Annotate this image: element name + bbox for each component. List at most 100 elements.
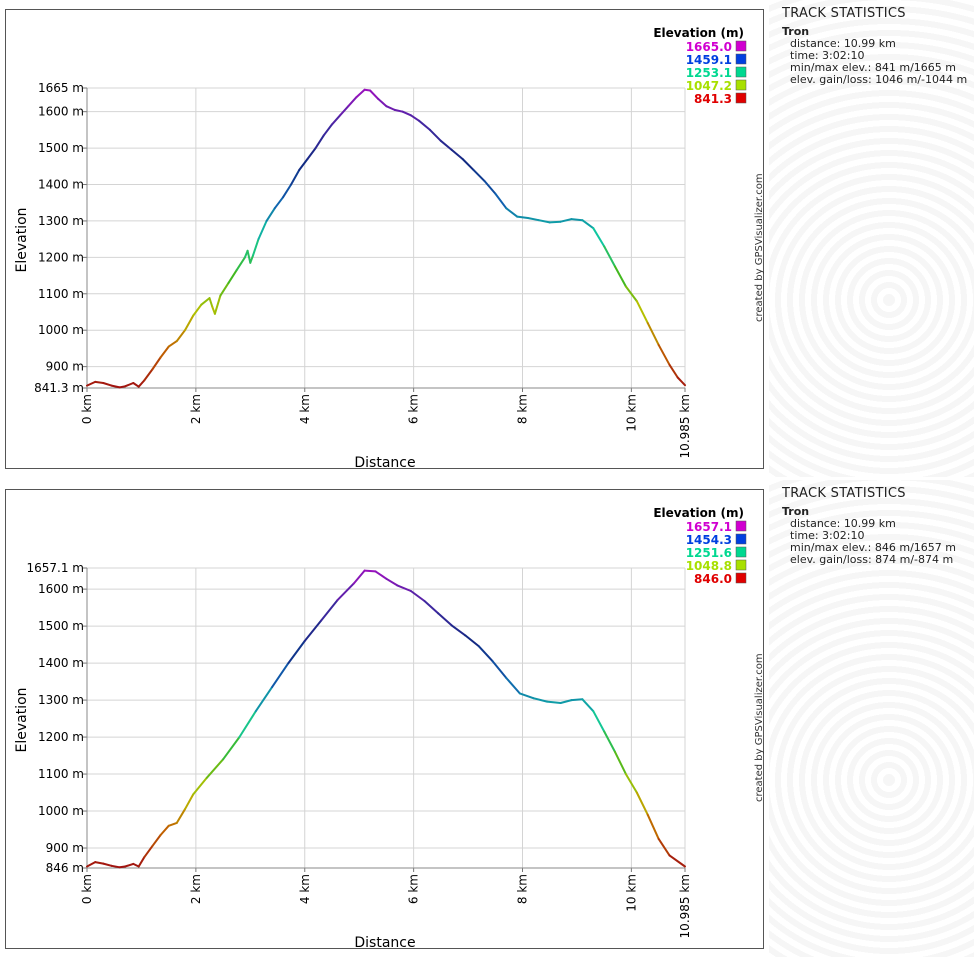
elevation-line-segment (369, 89, 380, 100)
elevation-line-segment (657, 343, 671, 366)
elevation-line-segment (246, 249, 252, 264)
elevation-line-segment (409, 590, 426, 602)
y-tick-label: 1500 m (38, 141, 84, 155)
elevation-line-segment (184, 793, 195, 811)
elevation-line-segment (614, 265, 627, 288)
elevation-line-segment (570, 218, 584, 222)
elevation-line-segment (192, 303, 203, 317)
legend-swatch (735, 546, 747, 558)
elevation-line-segment (352, 569, 366, 585)
x-tick-label: 8 km (516, 874, 530, 904)
elevation-line-segment (646, 813, 660, 840)
elevation-line-segment (124, 862, 135, 868)
y-tick-label: 1400 m (38, 656, 84, 670)
y-tick-label: 1500 m (38, 619, 84, 633)
y-tick-label: 1100 m (38, 767, 84, 781)
y-tick-label: 846 m (46, 861, 84, 875)
y-tick-label: 1657.1 m (27, 561, 85, 575)
track-statistics: TRACK STATISTICS Tron distance: 10.99 km… (782, 7, 967, 86)
y-tick-label: 1600 m (38, 582, 84, 596)
elevation-line-segment (592, 710, 606, 733)
elevation-line-segment (363, 569, 377, 573)
elevation-line-segment (314, 134, 325, 150)
y-tick-label: 900 m (46, 841, 84, 855)
y-tick-label: 1600 m (38, 105, 84, 119)
elevation-line-segment (614, 750, 627, 776)
elevation-line-segment (450, 148, 464, 160)
elevation-line-segment (124, 382, 135, 388)
legend-entry-label: 841.3 (694, 92, 732, 106)
x-tick-label: 4 km (298, 874, 312, 904)
y-tick-label: 1000 m (38, 323, 84, 337)
legend-swatch (735, 520, 747, 532)
legend-swatch (735, 572, 747, 584)
elevation-line-segment (409, 114, 421, 122)
y-axis-label: Elevation (14, 687, 30, 752)
elevation-line-segment (526, 217, 540, 222)
elevation-line-segment (102, 382, 113, 387)
x-tick-label: 10 km (624, 394, 638, 432)
elevation-line-segment (464, 634, 480, 648)
elevation-line-segment (347, 96, 358, 108)
elevation-line-segment (472, 168, 486, 182)
stat-gain-loss: elev. gain/loss: 874 m/-874 m (790, 553, 954, 566)
elevation-line-segment (287, 639, 306, 665)
x-tick-label: 6 km (407, 394, 421, 424)
elevation-line-segment (385, 105, 396, 111)
elevation-line-segment (320, 599, 339, 622)
elevation-line-segment (306, 147, 317, 160)
elevation-line-segment (192, 776, 208, 796)
x-axis-label: Distance (354, 455, 415, 471)
legend-title: Elevation (m) (653, 506, 744, 520)
elevation-line-segment (86, 380, 97, 387)
elevation-line-segment (303, 619, 323, 642)
x-tick-label: 0 km (80, 874, 94, 904)
legend-swatch (735, 79, 747, 91)
x-tick-label: 0 km (80, 394, 94, 424)
elevation-line-segment (252, 238, 260, 257)
elevation-line-segment (401, 110, 412, 117)
legend-entry-label: 846.0 (694, 572, 732, 586)
legend-swatch (735, 66, 747, 78)
elevation-line-segment (94, 380, 105, 384)
y-tick-label: 1400 m (38, 178, 84, 192)
elevation-line-segment (271, 662, 290, 689)
elevation-line-segment (635, 300, 649, 324)
legend-entry-label: 1657.1 (686, 520, 732, 534)
elevation-line-segment (175, 329, 186, 343)
elevation-line-segment (429, 128, 442, 142)
legend-entry-label: 1459.1 (686, 53, 732, 67)
elevation-line-segment (355, 88, 366, 99)
x-axis-label: Distance (354, 935, 415, 951)
elevation-line-segment (222, 736, 241, 761)
credit-text: created by GPSVisualizer.com (754, 653, 765, 802)
elevation-line-segment (273, 196, 284, 210)
elevation-line-segment (461, 158, 475, 171)
elevation-line-segment (167, 340, 178, 348)
y-tick-label: 1200 m (38, 250, 84, 264)
elevation-line-segment (249, 254, 254, 264)
elevation-line-segment (167, 821, 178, 827)
elevation-line-segment (657, 837, 671, 857)
elevation-line-segment (151, 356, 162, 371)
elevation-line-segment (331, 114, 342, 126)
x-tick-label: 2 km (189, 394, 203, 424)
elevation-line-segment (213, 294, 222, 315)
legend-swatch (735, 92, 747, 104)
y-tick-label: 841.3 m (34, 381, 84, 395)
y-tick-label: 1300 m (38, 693, 84, 707)
elevation-line-segment (377, 97, 388, 108)
elevation-line-segment (200, 297, 211, 306)
legend-entry-label: 1665.0 (686, 40, 732, 54)
elevation-line-segment (668, 854, 686, 868)
elevation-line-segment (94, 861, 105, 865)
legend-swatch (735, 533, 747, 545)
elevation-line-segment (603, 730, 616, 753)
legend-entry-label: 1047.2 (686, 79, 732, 93)
y-tick-label: 900 m (46, 360, 84, 374)
elevation-line-segment (290, 168, 301, 186)
elevation-line-segment (516, 215, 529, 219)
y-tick-label: 1000 m (38, 804, 84, 818)
stats-heading: TRACK STATISTICS (782, 486, 906, 501)
elevation-line-segment (143, 368, 154, 382)
